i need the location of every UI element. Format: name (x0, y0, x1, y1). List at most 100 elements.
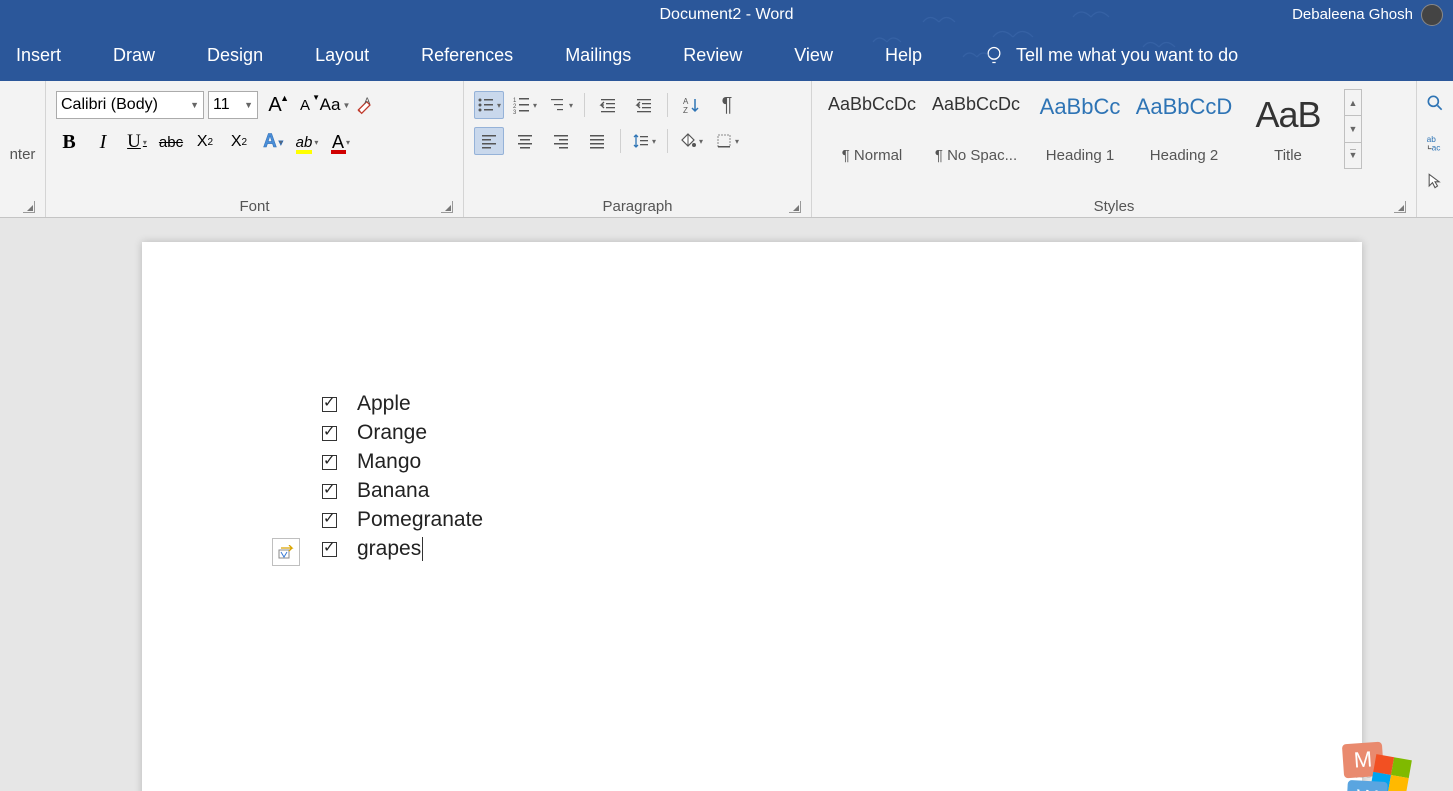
styles-group: AaBbCcDc¶ NormalAaBbCcDc¶ No Spac...AaBb… (812, 81, 1417, 217)
user-name: Debaleena Ghosh (1292, 6, 1413, 23)
underline-button[interactable]: U▾ (124, 129, 150, 155)
tab-draw[interactable]: Draw (103, 45, 165, 66)
tab-review[interactable]: Review (673, 45, 752, 66)
checkbox-bullet-icon (322, 455, 337, 470)
separator (620, 129, 621, 153)
tab-help[interactable]: Help (875, 45, 932, 66)
tab-layout[interactable]: Layout (305, 45, 379, 66)
user-account[interactable]: Debaleena Ghosh (1292, 4, 1443, 26)
font-color-button[interactable]: A▾ (328, 129, 354, 155)
highlight-button[interactable]: ab▾ (294, 129, 320, 155)
change-case-button[interactable]: Aa▼ (322, 92, 348, 118)
multilevel-list-button[interactable]: ▾ (546, 91, 576, 119)
replace-button[interactable]: abac (1425, 132, 1445, 157)
subscript-button[interactable]: X2 (192, 129, 218, 155)
format-painter-label[interactable]: nter (10, 147, 36, 164)
bold-button[interactable]: B (56, 129, 82, 155)
styles-scrollbar: ▲ ▼ ▼— (1344, 89, 1362, 169)
tell-me-label: Tell me what you want to do (1016, 45, 1238, 66)
list-item-text: grapes (357, 535, 423, 564)
chevron-down-icon: ▼ (190, 100, 199, 110)
tell-me-search[interactable]: Tell me what you want to do (984, 43, 1238, 67)
strikethrough-button[interactable]: abc (158, 129, 184, 155)
list-item[interactable]: Pomegranate (322, 506, 483, 535)
clipboard-group: nter (0, 81, 46, 217)
document-page[interactable]: AppleOrangeMangoBananaPomegranategrapes (142, 242, 1362, 791)
show-marks-button[interactable]: ¶ (712, 91, 742, 119)
tab-view[interactable]: View (784, 45, 843, 66)
italic-button[interactable]: I (90, 129, 116, 155)
sort-button[interactable]: AZ (676, 91, 706, 119)
checkbox-bullet-icon (322, 397, 337, 412)
document-canvas[interactable]: AppleOrangeMangoBananaPomegranategrapes … (0, 218, 1453, 791)
list-item[interactable]: Orange (322, 419, 483, 448)
list-item[interactable]: Banana (322, 477, 483, 506)
style-item[interactable]: AaBbCcDc ¶ Normal (820, 89, 924, 169)
align-center-button[interactable] (510, 127, 540, 155)
list-item[interactable]: Apple (322, 390, 483, 419)
font-size-combo[interactable]: 11▼ (208, 91, 258, 119)
style-item[interactable]: AaBbCcDc¶ No Spac... (924, 89, 1028, 169)
font-name-combo[interactable]: Calibri (Body) ▼ (56, 91, 204, 119)
style-name: ¶ Normal (842, 147, 903, 164)
styles-scroll-down[interactable]: ▼ (1345, 116, 1361, 142)
shading-button[interactable]: ▾ (676, 127, 706, 155)
checkbox-bullet-icon (322, 484, 337, 499)
justify-button[interactable] (582, 127, 612, 155)
increase-indent-button[interactable] (629, 91, 659, 119)
svg-text:Z: Z (683, 106, 688, 114)
editing-group: abac (1417, 81, 1453, 217)
style-item[interactable]: AaBTitle (1236, 89, 1340, 169)
style-preview: AaBbCcDc (828, 94, 916, 115)
font-group: Calibri (Body) ▼ 11▼ A▲ A▼ Aa▼ A B I U▾ a… (46, 81, 464, 217)
clipboard-dialog-launcher[interactable] (23, 201, 35, 213)
tab-insert[interactable]: Insert (6, 45, 71, 66)
lightbulb-icon (984, 43, 1004, 67)
list-item[interactable]: Mango (322, 448, 483, 477)
font-dialog-launcher[interactable] (441, 201, 453, 213)
styles-more-button[interactable]: ▼— (1345, 143, 1361, 168)
ribbon-tabs: Insert Draw Design Layout References Mai… (0, 29, 1453, 81)
align-left-button[interactable] (474, 127, 504, 155)
bullets-button[interactable]: ▾ (474, 91, 504, 119)
numbering-button[interactable]: 123▾ (510, 91, 540, 119)
style-name: Title (1274, 147, 1302, 164)
text-effects-button[interactable]: A▾ (260, 129, 286, 155)
superscript-button[interactable]: X2 (226, 129, 252, 155)
find-button[interactable] (1425, 93, 1445, 118)
title-bar: Document2 - Word Debaleena Ghosh (0, 0, 1453, 29)
style-name: ¶ No Spac... (935, 147, 1017, 164)
badge-w-icon: W (1346, 780, 1388, 791)
clipboard-group-label (6, 194, 39, 217)
editing-group-label (1423, 196, 1447, 219)
decrease-indent-button[interactable] (593, 91, 623, 119)
clear-formatting-button[interactable]: A (352, 92, 378, 118)
paragraph-dialog-launcher[interactable] (789, 201, 801, 213)
separator (667, 93, 668, 117)
styles-scroll-up[interactable]: ▲ (1345, 90, 1361, 116)
svg-text:A: A (364, 96, 371, 106)
align-right-button[interactable] (546, 127, 576, 155)
list-item-text: Orange (357, 419, 427, 448)
tab-references[interactable]: References (411, 45, 523, 66)
font-size-value: 11 (213, 96, 230, 114)
grow-font-button[interactable]: A▲ (262, 92, 288, 118)
shrink-font-button[interactable]: A▼ (292, 92, 318, 118)
autocorrect-options-button[interactable] (272, 538, 300, 566)
style-name: Heading 1 (1046, 147, 1114, 164)
line-spacing-button[interactable]: ▾ (629, 127, 659, 155)
document-content[interactable]: AppleOrangeMangoBananaPomegranategrapes (322, 390, 483, 564)
list-item[interactable]: grapes (322, 535, 483, 564)
borders-button[interactable]: ▾ (712, 127, 742, 155)
paragraph-group-label: Paragraph (470, 194, 805, 217)
styles-dialog-launcher[interactable] (1394, 201, 1406, 213)
styles-gallery: AaBbCcDc¶ NormalAaBbCcDc¶ No Spac...AaBb… (818, 87, 1410, 171)
style-item[interactable]: AaBbCcDHeading 2 (1132, 89, 1236, 169)
svg-text:3: 3 (513, 110, 517, 114)
font-name-value: Calibri (Body) (61, 96, 158, 114)
tab-design[interactable]: Design (197, 45, 273, 66)
user-avatar[interactable] (1421, 4, 1443, 26)
tab-mailings[interactable]: Mailings (555, 45, 641, 66)
select-button[interactable] (1425, 171, 1445, 196)
style-item[interactable]: AaBbCcHeading 1 (1028, 89, 1132, 169)
